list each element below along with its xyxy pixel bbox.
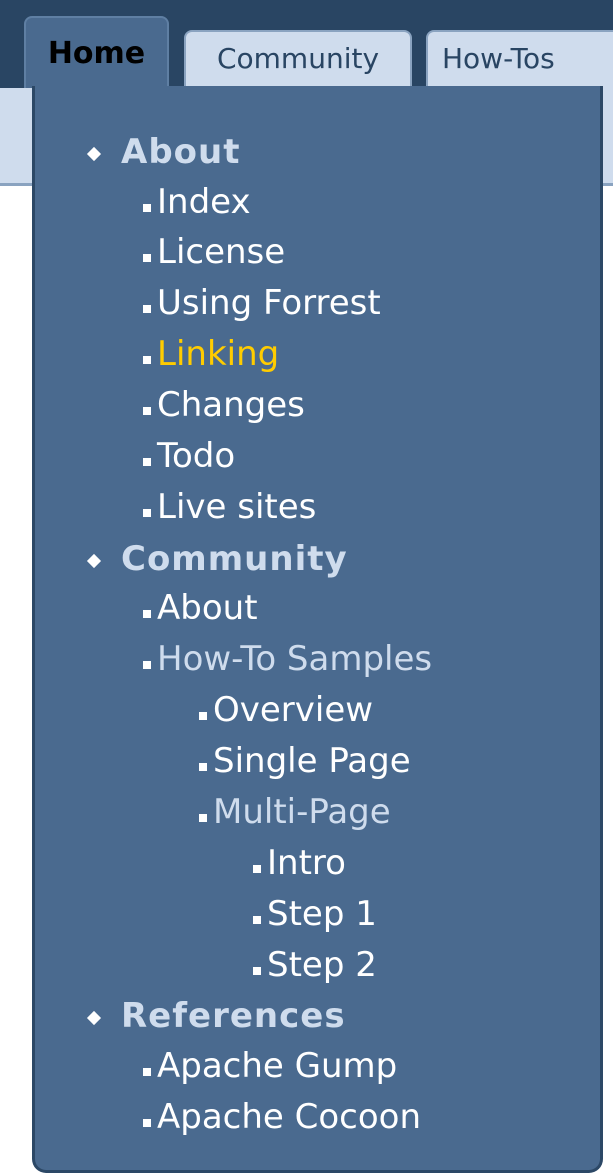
square-bullet-icon xyxy=(143,356,151,364)
menu-item-label: License xyxy=(157,232,286,272)
square-bullet-icon xyxy=(199,814,207,822)
square-bullet-icon xyxy=(143,1119,151,1127)
tab-how-tos-label: How-Tos xyxy=(442,42,555,75)
menu-item-label: Step 2 xyxy=(267,945,377,985)
menu-item-label: Todo xyxy=(157,436,236,476)
square-bullet-icon xyxy=(199,763,207,771)
square-bullet-icon xyxy=(253,967,261,975)
tab-how-tos[interactable]: How-Tos xyxy=(426,30,613,88)
menu-group-label: Community xyxy=(121,539,348,579)
square-bullet-icon xyxy=(143,509,151,517)
menu-item-label: Linking xyxy=(157,334,280,374)
square-bullet-icon xyxy=(143,407,151,415)
menu-item-label: Live sites xyxy=(157,487,317,527)
square-bullet-icon xyxy=(143,305,151,313)
menu-item-label: How-To Samples xyxy=(157,639,433,679)
tab-home-label: Home xyxy=(47,36,146,71)
tab-community[interactable]: Community xyxy=(184,30,412,88)
menu-item-label: Changes xyxy=(157,385,305,425)
tab-community-label: Community xyxy=(216,42,380,75)
menu-item-label: Overview xyxy=(213,690,374,730)
menu-item-label: Apache Gump xyxy=(157,1046,398,1086)
square-bullet-icon xyxy=(143,204,151,212)
menu-item-label: Intro xyxy=(267,843,346,883)
square-bullet-icon xyxy=(199,712,207,720)
menu-group-label: About xyxy=(121,132,241,172)
menu-item-label: Using Forrest xyxy=(157,283,381,323)
tab-home[interactable]: Home xyxy=(24,16,169,88)
square-bullet-icon xyxy=(143,254,151,262)
diamond-bullet-icon xyxy=(86,553,102,569)
side-navigation-menu: About Index License Using Forrest Linkin… xyxy=(32,86,603,1173)
diamond-bullet-icon xyxy=(86,1010,102,1026)
diamond-bullet-icon xyxy=(86,146,102,162)
menu-group-label: References xyxy=(121,996,346,1036)
menu-item-label: Single Page xyxy=(213,741,411,781)
square-bullet-icon xyxy=(143,610,151,618)
square-bullet-icon xyxy=(143,458,151,466)
menu-item-label: Step 1 xyxy=(267,894,377,934)
menu-item-label: Multi-Page xyxy=(213,792,391,832)
square-bullet-icon xyxy=(143,661,151,669)
menu-item-label: Apache Cocoon xyxy=(157,1097,422,1137)
menu-item-label: About xyxy=(157,588,258,628)
square-bullet-icon xyxy=(253,916,261,924)
square-bullet-icon xyxy=(253,865,261,873)
square-bullet-icon xyxy=(143,1068,151,1076)
menu-item-label: Index xyxy=(157,182,251,222)
